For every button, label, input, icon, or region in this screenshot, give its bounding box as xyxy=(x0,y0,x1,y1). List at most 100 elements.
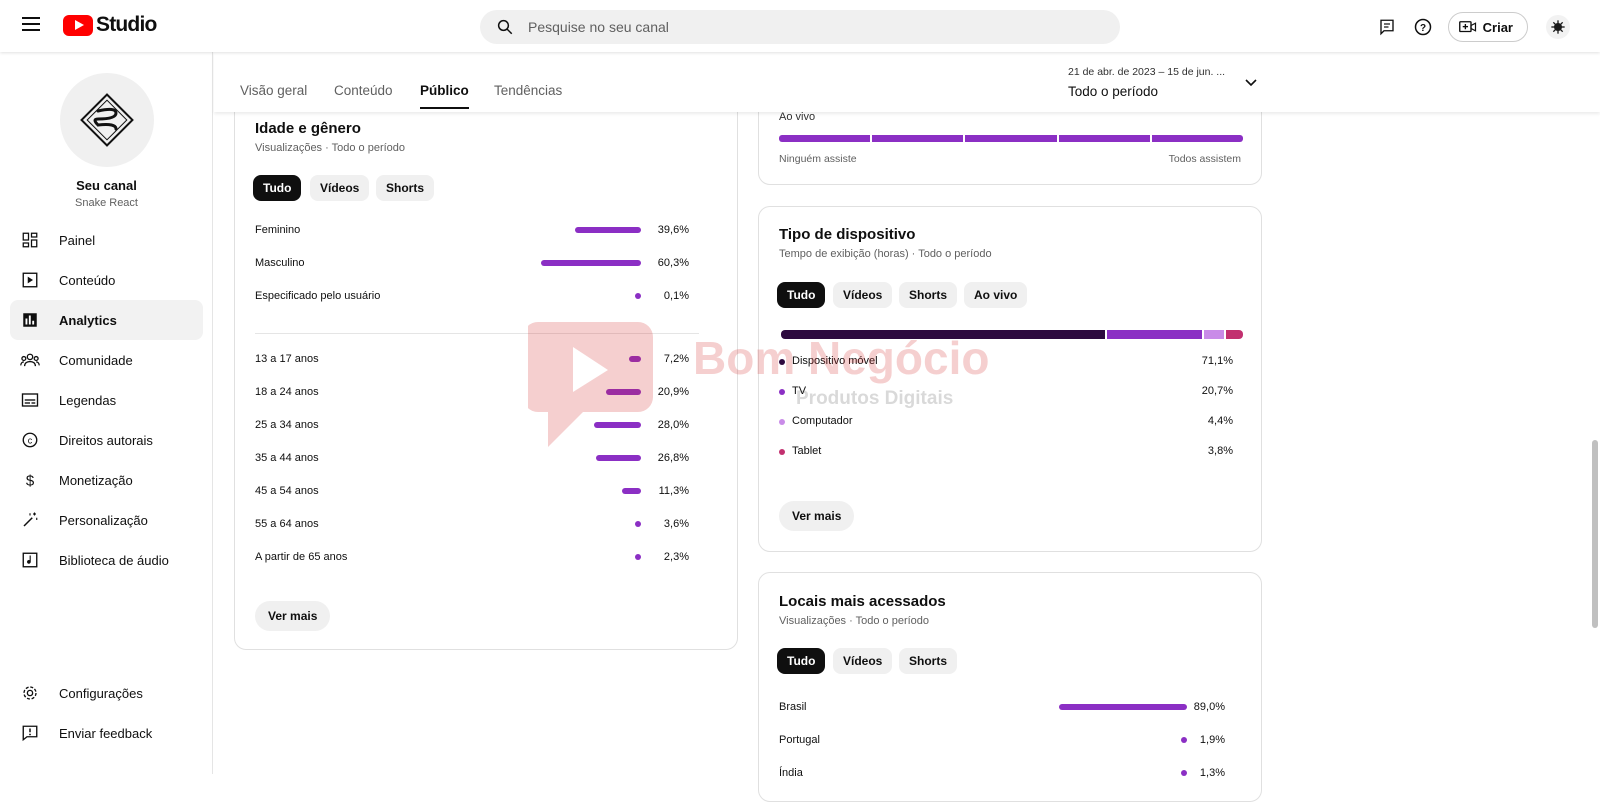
card-subtitle: Visualizações · Todo o período xyxy=(779,615,930,627)
search-icon[interactable] xyxy=(496,18,514,36)
magic-wand-icon xyxy=(20,510,40,530)
row-dot xyxy=(1181,770,1187,776)
chevron-down-icon[interactable] xyxy=(1244,78,1258,88)
row-dot xyxy=(1181,737,1187,743)
row-dot xyxy=(635,521,641,527)
search-input[interactable] xyxy=(528,19,1088,35)
gear-icon xyxy=(20,683,40,703)
row-label: 13 a 17 anos xyxy=(255,353,319,365)
row-dot xyxy=(635,554,641,560)
tab-tendencias[interactable]: Tendências xyxy=(494,83,562,98)
sidebar-item-analytics[interactable]: Analytics xyxy=(10,300,203,340)
device-bar-segment xyxy=(1203,330,1224,339)
chip-ao-vivo[interactable]: Ao vivo xyxy=(964,282,1028,308)
row-bar xyxy=(596,455,641,461)
sidebar: Seu canal Snake React Painel Conteúdo An… xyxy=(0,52,213,774)
channel-avatar[interactable] xyxy=(60,73,154,167)
dashboard-icon xyxy=(20,230,40,250)
row-label: Masculino xyxy=(255,257,305,269)
live-bar-segment xyxy=(779,135,871,142)
row-value: 11,3% xyxy=(658,485,689,497)
row-bar xyxy=(1059,704,1187,710)
live-bar-segment xyxy=(1058,135,1150,142)
menu-icon[interactable] xyxy=(22,17,40,31)
sidebar-item-personalizacao[interactable]: Personalização xyxy=(10,500,203,540)
row-label: 55 a 64 anos xyxy=(255,518,319,530)
device-bar-segment xyxy=(1225,330,1243,339)
add-video-icon xyxy=(1458,21,1476,33)
device-type-card: Tipo de dispositivo Tempo de exibição (h… xyxy=(758,206,1262,552)
row-label: 25 a 34 anos xyxy=(255,419,319,431)
row-label: 35 a 44 anos xyxy=(255,452,319,464)
device-stacked-bar xyxy=(781,330,1243,339)
live-bar-segment xyxy=(872,135,964,142)
tab-conteudo[interactable]: Conteúdo xyxy=(334,83,393,98)
top-locations-card: Locais mais acessados Visualizações · To… xyxy=(758,572,1262,802)
sidebar-item-painel[interactable]: Painel xyxy=(10,220,203,260)
legend-label: Computador xyxy=(792,415,853,427)
create-button[interactable]: Criar xyxy=(1447,12,1528,42)
chip-videos[interactable]: Vídeos xyxy=(310,175,370,201)
tab-publico[interactable]: Público xyxy=(420,83,469,109)
sidebar-item-direitos-autorais[interactable]: c Direitos autorais xyxy=(10,420,203,460)
search-bar[interactable] xyxy=(480,10,1120,44)
sidebar-item-label: Personalização xyxy=(59,512,148,528)
channel-name: Seu canal xyxy=(76,178,137,193)
see-more-button[interactable]: Ver mais xyxy=(255,601,331,631)
chip-videos[interactable]: Vídeos xyxy=(833,648,893,674)
sidebar-item-legendas[interactable]: Legendas xyxy=(10,380,203,420)
row-dot xyxy=(635,293,641,299)
comments-icon[interactable] xyxy=(1376,16,1398,38)
sidebar-item-comunidade[interactable]: Comunidade xyxy=(10,340,203,380)
date-range-selector[interactable]: 21 de abr. de 2023 – 15 de jun. ... Todo… xyxy=(1068,66,1225,99)
card-title: Idade e gênero xyxy=(255,120,361,137)
legend-dot xyxy=(779,419,785,425)
chip-tudo[interactable]: Tudo xyxy=(777,282,826,308)
analytics-tabs-bar: Visão geral Conteúdo Público Tendências … xyxy=(214,52,1600,112)
chip-shorts[interactable]: Shorts xyxy=(899,648,958,674)
sidebar-item-biblioteca-de-audio[interactable]: Biblioteca de áudio xyxy=(10,540,203,580)
chip-tudo[interactable]: Tudo xyxy=(777,648,826,674)
dollar-icon: $ xyxy=(20,470,40,490)
snake-logo-icon xyxy=(80,93,134,147)
feedback-icon xyxy=(20,723,40,743)
row-bar xyxy=(628,356,641,362)
row-value: 60,3% xyxy=(657,257,689,269)
copyright-icon: c xyxy=(20,430,40,450)
tab-visao-geral[interactable]: Visão geral xyxy=(240,83,307,98)
chip-videos[interactable]: Vídeos xyxy=(833,282,893,308)
row-label: Especificado pelo usuário xyxy=(255,290,381,302)
scrollbar[interactable] xyxy=(1592,440,1598,628)
age-gender-card: Idade e gênero Visualizações · Todo o pe… xyxy=(234,60,738,650)
legend-value: 3,8% xyxy=(1207,445,1233,457)
card-subtitle: Tempo de exibição (horas) · Todo o perío… xyxy=(779,248,992,260)
sidebar-item-label: Configurações xyxy=(59,685,143,701)
sidebar-item-monetizacao[interactable]: $ Monetização xyxy=(10,460,203,500)
help-icon[interactable]: ? xyxy=(1412,16,1434,38)
legend-dot xyxy=(779,449,785,455)
row-bar xyxy=(622,488,641,494)
sidebar-item-conteudo[interactable]: Conteúdo xyxy=(10,260,203,300)
sidebar-item-label: Biblioteca de áudio xyxy=(59,552,169,568)
live-bar-segment xyxy=(1151,135,1244,142)
sidebar-item-label: Monetização xyxy=(59,472,133,488)
chip-shorts[interactable]: Shorts xyxy=(376,175,435,201)
legend-label: TV xyxy=(792,385,807,397)
row-label: Índia xyxy=(779,767,803,779)
live-label: Ao vivo xyxy=(779,111,816,123)
sidebar-item-enviar-feedback[interactable]: Enviar feedback xyxy=(10,713,203,753)
youtube-studio-logo[interactable]: Studio xyxy=(63,13,157,36)
row-value: 2,3% xyxy=(663,551,689,563)
see-more-button[interactable]: Ver mais xyxy=(779,501,855,531)
chip-tudo[interactable]: Tudo xyxy=(253,175,302,201)
row-value: 26,8% xyxy=(657,452,689,464)
chip-shorts[interactable]: Shorts xyxy=(899,282,958,308)
row-bar xyxy=(605,389,641,395)
date-range-text: 21 de abr. de 2023 – 15 de jun. ... xyxy=(1068,66,1226,78)
sidebar-item-label: Comunidade xyxy=(59,352,133,368)
logo-text: Studio xyxy=(96,13,157,36)
row-value: 3,6% xyxy=(663,518,689,530)
sidebar-item-configuracoes[interactable]: Configurações xyxy=(10,673,203,713)
account-avatar[interactable] xyxy=(1546,15,1570,39)
sidebar-item-label: Analytics xyxy=(59,312,117,328)
